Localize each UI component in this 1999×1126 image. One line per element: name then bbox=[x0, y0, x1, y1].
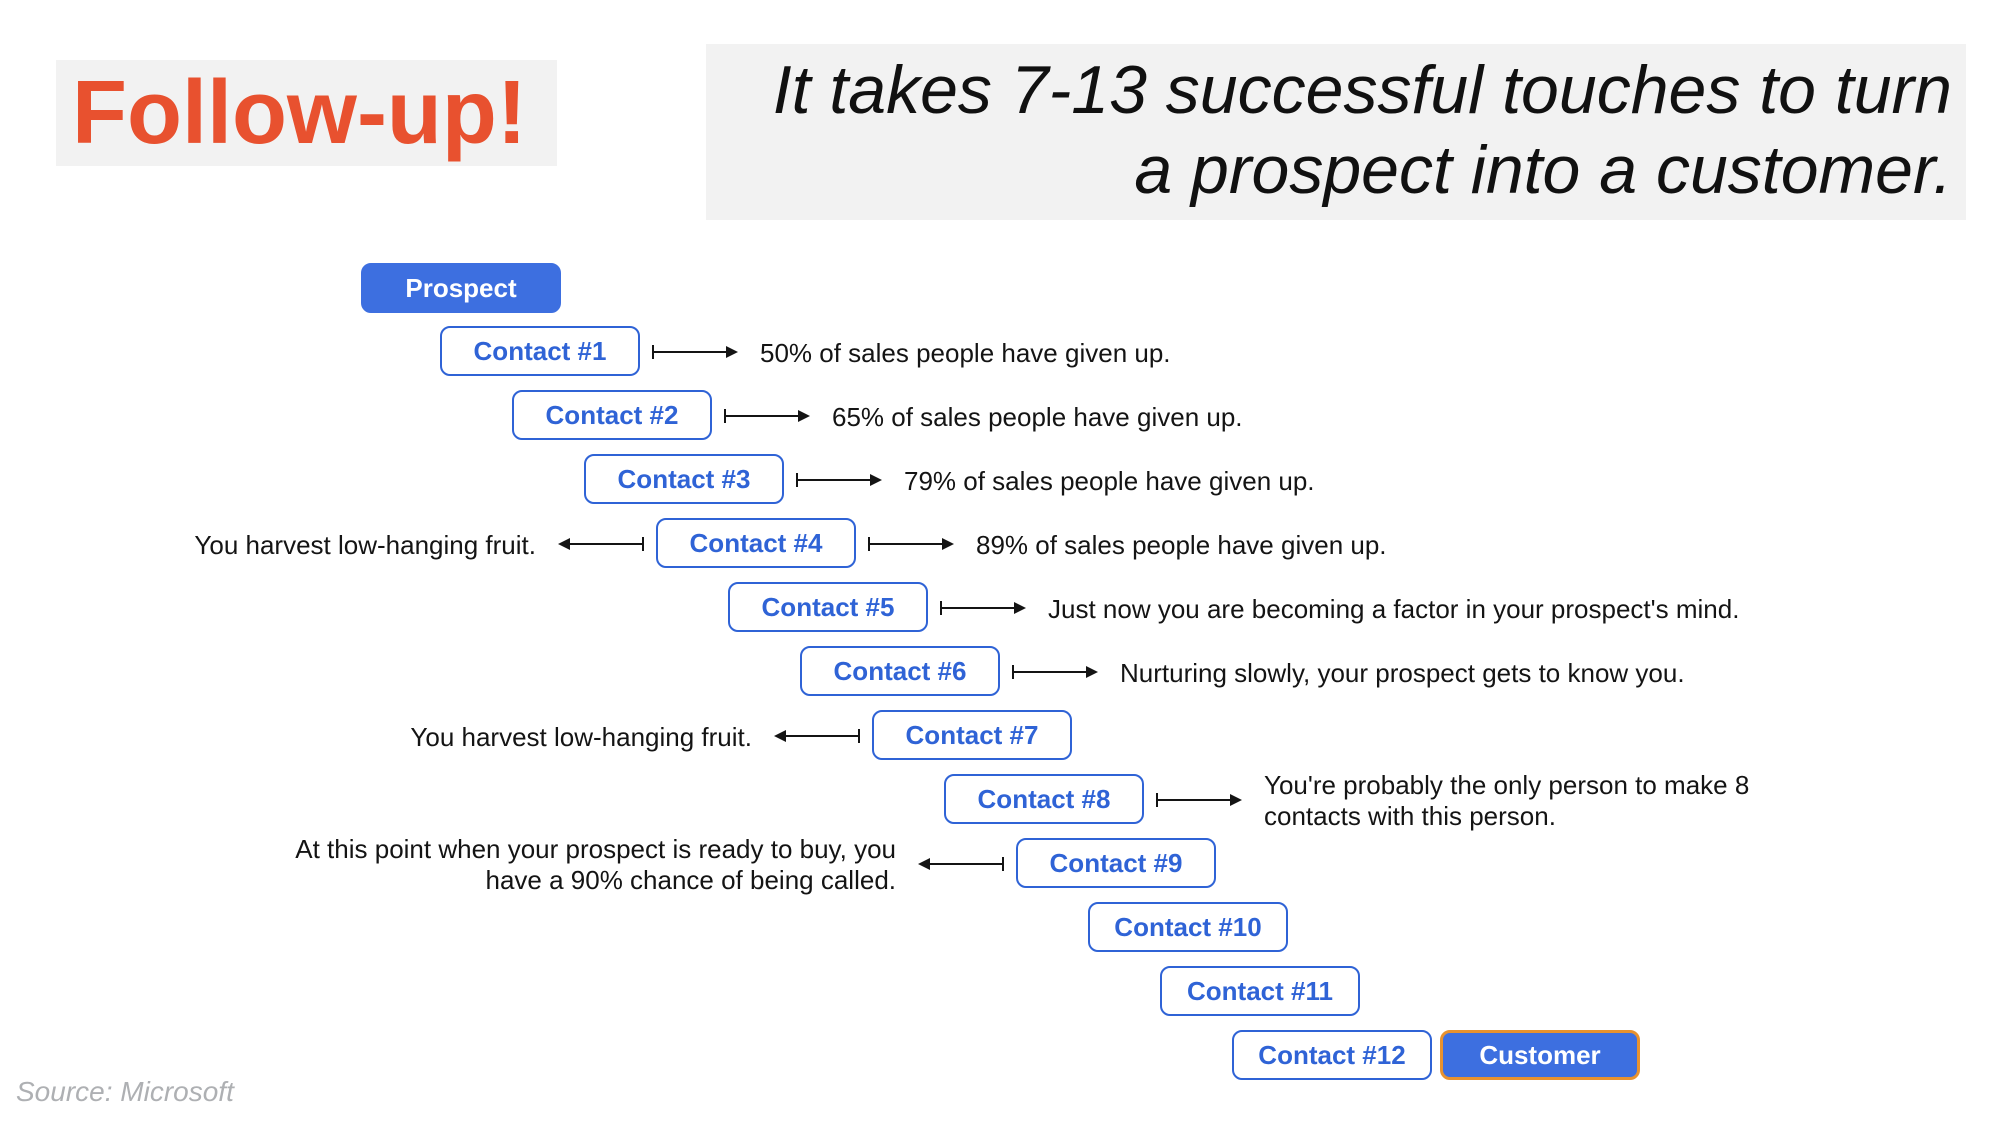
contact-4-node: Contact #4 bbox=[656, 518, 856, 568]
contact-5-node: Contact #5 bbox=[728, 582, 928, 632]
arrow-right-icon bbox=[940, 607, 1020, 609]
contact-11-node: Contact #11 bbox=[1160, 966, 1360, 1016]
prospect-node: Prospect bbox=[361, 263, 561, 313]
arrow-left-icon bbox=[924, 863, 1004, 865]
contact-2-node: Contact #2 bbox=[512, 390, 712, 440]
contact-12-node: Contact #12 bbox=[1232, 1030, 1432, 1080]
contact-8-note: You're probably the only person to make … bbox=[1264, 770, 1784, 832]
customer-node: Customer bbox=[1440, 1030, 1640, 1080]
follow-up-diagram: Prospect Contact #1 50% of sales people … bbox=[0, 0, 1999, 1126]
contact-5-note: Just now you are becoming a factor in yo… bbox=[1048, 594, 1739, 625]
contact-9-node: Contact #9 bbox=[1016, 838, 1216, 888]
contact-6-note: Nurturing slowly, your prospect gets to … bbox=[1120, 658, 1685, 689]
contact-9-note-left: At this point when your prospect is read… bbox=[276, 834, 896, 896]
contact-8-node: Contact #8 bbox=[944, 774, 1144, 824]
arrow-right-icon bbox=[652, 351, 732, 353]
contact-3-note: 79% of sales people have given up. bbox=[904, 466, 1315, 497]
arrow-right-icon bbox=[868, 543, 948, 545]
contact-10-node: Contact #10 bbox=[1088, 902, 1288, 952]
contact-4-note-left: You harvest low-hanging fruit. bbox=[194, 530, 536, 561]
arrow-right-icon bbox=[1012, 671, 1092, 673]
arrow-right-icon bbox=[724, 415, 804, 417]
contact-2-note: 65% of sales people have given up. bbox=[832, 402, 1243, 433]
contact-7-note-left: You harvest low-hanging fruit. bbox=[410, 722, 752, 753]
contact-1-note: 50% of sales people have given up. bbox=[760, 338, 1171, 369]
contact-4-note-right: 89% of sales people have given up. bbox=[976, 530, 1387, 561]
contact-7-node: Contact #7 bbox=[872, 710, 1072, 760]
arrow-right-icon bbox=[1156, 799, 1236, 801]
arrow-right-icon bbox=[796, 479, 876, 481]
contact-1-node: Contact #1 bbox=[440, 326, 640, 376]
arrow-left-icon bbox=[780, 735, 860, 737]
arrow-left-icon bbox=[564, 543, 644, 545]
contact-3-node: Contact #3 bbox=[584, 454, 784, 504]
contact-6-node: Contact #6 bbox=[800, 646, 1000, 696]
